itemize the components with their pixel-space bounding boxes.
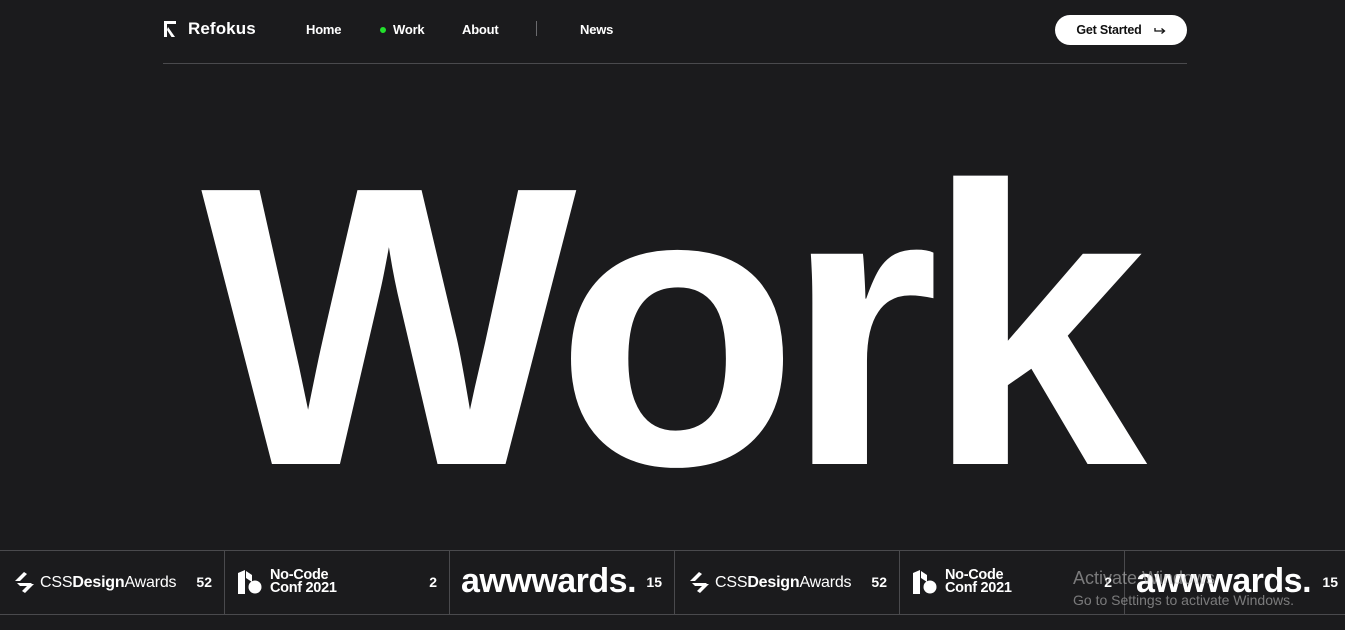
active-indicator-dot — [380, 26, 386, 33]
css-award-brand: CSSDesignAwards — [12, 570, 177, 595]
css-award-post: Awards — [124, 573, 177, 591]
refokus-logo-icon — [164, 21, 176, 37]
css-award-brand: CSSDesignAwards — [687, 570, 852, 595]
css-award-pre: CSS — [40, 573, 73, 591]
award-count: 2 — [429, 574, 437, 590]
awwwards-wordmark: awwwards. — [461, 562, 637, 600]
award-count: 52 — [871, 574, 887, 590]
arrow-right-icon — [1153, 28, 1166, 34]
css-award-bold: Design — [72, 573, 125, 591]
award-count: 52 — [196, 574, 212, 590]
nav-work-label: Work — [393, 22, 425, 37]
css-award-name: CSSDesignAwards — [715, 573, 852, 592]
nav-work-link[interactable]: Work — [380, 22, 425, 37]
nocode-conf-logo-icon — [913, 570, 937, 594]
brand-name: Refokus — [188, 19, 256, 38]
award-nocode-conf[interactable]: No-Code Conf 2021 2 — [900, 551, 1125, 614]
award-awwwards[interactable]: awwwards. 15 — [450, 551, 675, 614]
css-design-awards-logo-icon — [15, 572, 34, 593]
hero-title: Work — [201, 105, 1147, 549]
nav-news-link[interactable]: News — [580, 22, 613, 37]
award-count: 15 — [646, 574, 662, 590]
nocode-line2: Conf 2021 — [945, 580, 1012, 596]
award-css-design-awards[interactable]: CSSDesignAwards 52 — [675, 551, 900, 614]
award-nocode-conf[interactable]: No-Code Conf 2021 2 — [225, 551, 450, 614]
nav-home-link[interactable]: Home — [306, 22, 342, 37]
nav-about-link[interactable]: About — [462, 22, 499, 37]
css-award-name: CSSDesignAwards — [40, 573, 177, 592]
nocode-award-name: No-Code Conf 2021 — [945, 568, 1012, 596]
css-award-post: Awards — [799, 573, 852, 591]
award-css-design-awards[interactable]: CSSDesignAwards 52 — [0, 551, 225, 614]
page: Refokus Home Work About News Get Started… — [0, 0, 1345, 630]
award-awwwards[interactable]: awwwards. 15 — [1125, 551, 1345, 614]
css-design-awards-logo-icon — [690, 572, 709, 593]
awwwards-wordmark: awwwards. — [1136, 562, 1312, 600]
nocode-conf-logo-icon — [238, 570, 262, 594]
award-count: 2 — [1104, 574, 1112, 590]
nocode-award-brand: No-Code Conf 2021 — [912, 568, 1012, 596]
nocode-award-brand: No-Code Conf 2021 — [237, 568, 337, 596]
css-award-bold: Design — [747, 573, 800, 591]
nocode-line2: Conf 2021 — [270, 580, 337, 596]
get-started-button[interactable]: Get Started — [1055, 15, 1187, 45]
brand-link[interactable]: Refokus — [163, 19, 256, 39]
nocode-award-name: No-Code Conf 2021 — [270, 568, 337, 596]
award-count: 15 — [1322, 574, 1338, 590]
nav-divider — [536, 21, 537, 36]
css-award-pre: CSS — [715, 573, 748, 591]
top-navigation: Refokus Home Work About News Get Started — [163, 0, 1187, 64]
awards-strip: CSSDesignAwards 52 No-Code Conf 2021 2 a… — [0, 550, 1345, 615]
get-started-label: Get Started — [1076, 23, 1142, 37]
